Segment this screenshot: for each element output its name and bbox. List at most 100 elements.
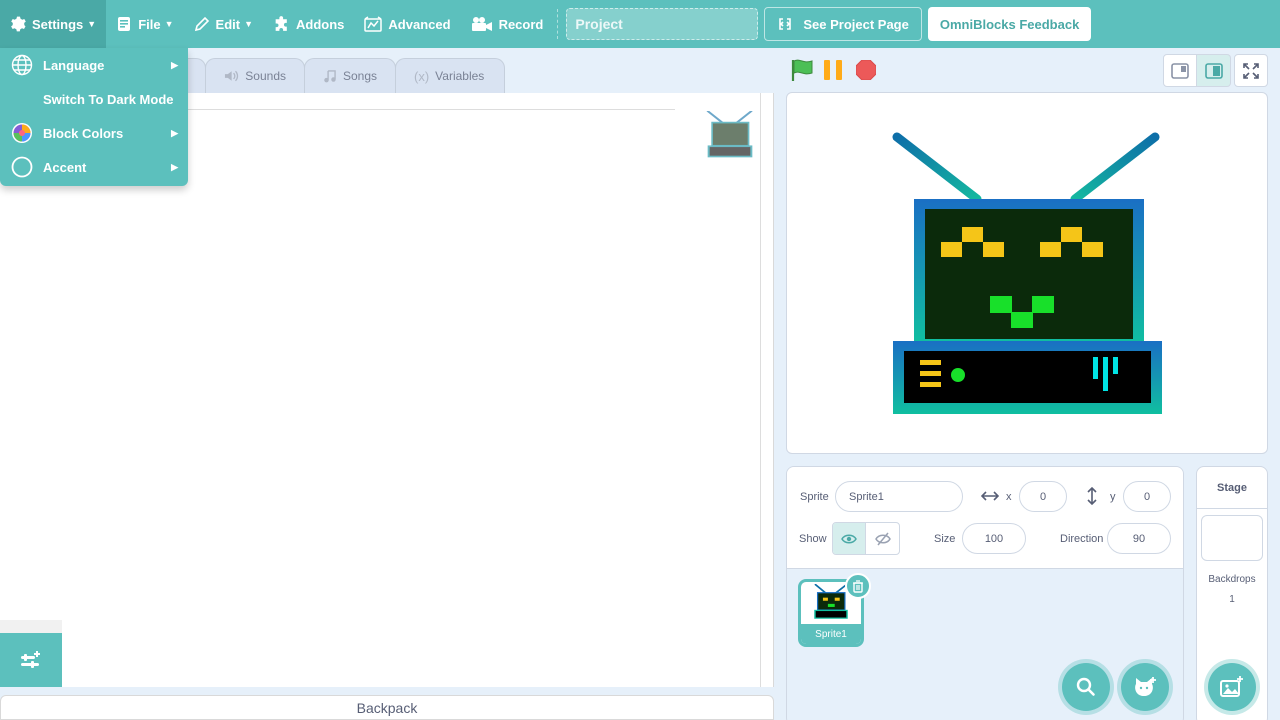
stage-pane-title: Stage bbox=[1197, 467, 1267, 509]
vertical-arrows-icon bbox=[1087, 487, 1097, 505]
green-flag-icon[interactable] bbox=[790, 58, 814, 82]
search-icon bbox=[1076, 677, 1095, 696]
menu-item-label: Switch To Dark Mode bbox=[43, 91, 174, 107]
x-label: x bbox=[1006, 491, 1012, 503]
menu-item-dark-mode[interactable]: Switch To Dark Mode bbox=[0, 82, 188, 116]
chevron-right-icon: ▶ bbox=[171, 161, 178, 172]
file-icon bbox=[118, 17, 131, 31]
gear-icon bbox=[11, 16, 26, 32]
direction-label: Direction bbox=[1060, 533, 1104, 545]
addons-menu[interactable]: Addons bbox=[263, 0, 354, 48]
chevron-down-icon: ▼ bbox=[164, 19, 174, 29]
project-title-input[interactable] bbox=[566, 8, 759, 40]
sprite-name-label: Sprite bbox=[800, 491, 829, 503]
y-position-input[interactable] bbox=[1123, 481, 1171, 512]
sprite-tile-label: Sprite1 bbox=[801, 624, 861, 644]
fullscreen-icon bbox=[1243, 62, 1259, 79]
large-stage-icon bbox=[1204, 62, 1223, 79]
cat-add-icon bbox=[1135, 677, 1156, 696]
menu-bar: Settings ▼ File ▼ Edit ▼ Addons Advanced… bbox=[0, 0, 1280, 48]
show-label: Show bbox=[799, 533, 827, 545]
tab-label: Variables bbox=[435, 69, 485, 83]
puzzle-icon bbox=[275, 15, 287, 31]
backdrops-label: Backdrops bbox=[1208, 574, 1256, 585]
tab-label: Songs bbox=[342, 69, 377, 83]
record-label: Record bbox=[498, 16, 544, 32]
music-note-icon bbox=[324, 70, 336, 83]
tab-sounds[interactable]: Sounds bbox=[205, 58, 305, 93]
speaker-icon bbox=[224, 70, 239, 82]
video-camera-icon bbox=[471, 17, 492, 31]
pause-icon[interactable] bbox=[822, 60, 844, 80]
add-extension-button[interactable] bbox=[0, 633, 62, 687]
menu-item-label: Language bbox=[43, 57, 105, 73]
pencil-icon bbox=[194, 16, 209, 32]
stage-thumbnail[interactable] bbox=[1201, 515, 1263, 561]
delete-sprite-button[interactable] bbox=[845, 573, 871, 599]
large-stage-button[interactable] bbox=[1197, 54, 1231, 87]
addons-label: Addons bbox=[296, 16, 345, 32]
current-sprite-thumbnail bbox=[706, 111, 753, 158]
x-position-input[interactable] bbox=[1019, 481, 1067, 512]
extension-strip bbox=[0, 620, 62, 633]
choose-backdrop-button[interactable] bbox=[1208, 663, 1256, 711]
circle-icon bbox=[11, 156, 33, 178]
advanced-menu[interactable]: Advanced bbox=[354, 0, 460, 48]
menu-divider bbox=[557, 9, 559, 39]
hide-sprite-button[interactable] bbox=[866, 523, 899, 554]
small-stage-icon bbox=[1171, 62, 1189, 79]
tab-label: Sounds bbox=[245, 69, 286, 83]
edit-menu[interactable]: Edit ▼ bbox=[184, 0, 263, 48]
sprite-name-input[interactable] bbox=[835, 481, 963, 512]
see-project-page-button[interactable]: See Project Page bbox=[764, 7, 922, 41]
tab-songs[interactable]: Songs bbox=[304, 58, 396, 93]
menu-item-label: Accent bbox=[43, 159, 87, 175]
stage-target-pane[interactable]: Stage Backdrops 1 bbox=[1196, 466, 1268, 720]
remix-icon bbox=[779, 18, 792, 30]
feedback-label: OmniBlocks Feedback bbox=[939, 16, 1080, 32]
visibility-toggle bbox=[832, 522, 900, 555]
workspace-ruler bbox=[188, 93, 675, 110]
size-input[interactable] bbox=[962, 523, 1026, 554]
search-sprite-button[interactable] bbox=[1062, 663, 1110, 711]
menu-item-accent[interactable]: Accent ▶ bbox=[0, 150, 188, 184]
advanced-label: Advanced bbox=[388, 16, 451, 32]
variable-icon: (x) bbox=[414, 68, 430, 84]
stage-canvas[interactable] bbox=[786, 92, 1268, 454]
chevron-down-icon: ▼ bbox=[87, 19, 97, 29]
workspace-scrollbar[interactable] bbox=[760, 93, 761, 687]
tab-variables[interactable]: (x) Variables bbox=[395, 58, 505, 93]
settings-menu[interactable]: Settings ▼ bbox=[0, 0, 107, 48]
choose-sprite-button[interactable] bbox=[1121, 663, 1169, 711]
see-project-label: See Project Page bbox=[803, 16, 909, 32]
y-label: y bbox=[1110, 491, 1116, 503]
direction-input[interactable] bbox=[1107, 523, 1171, 554]
sprite-info-panel: Sprite x y Show Size Direction bbox=[787, 467, 1183, 569]
file-menu[interactable]: File ▼ bbox=[106, 0, 183, 48]
horizontal-arrows-icon bbox=[981, 491, 999, 501]
small-stage-button[interactable] bbox=[1163, 54, 1197, 87]
eye-icon bbox=[841, 534, 857, 543]
menu-item-block-colors[interactable]: Block Colors ▶ bbox=[0, 116, 188, 150]
fullscreen-button[interactable] bbox=[1234, 54, 1268, 87]
feedback-button[interactable]: OmniBlocks Feedback bbox=[927, 7, 1092, 41]
settings-dropdown: Language ▶ Switch To Dark Mode Block Col… bbox=[0, 48, 188, 186]
add-extension-icon bbox=[21, 651, 40, 668]
globe-icon bbox=[11, 54, 33, 76]
robot-sprite[interactable] bbox=[787, 93, 1268, 454]
backdrops-count: 1 bbox=[1229, 594, 1235, 605]
eye-slash-icon bbox=[874, 532, 891, 545]
stage-size-toggle bbox=[1163, 54, 1231, 87]
file-label: File bbox=[138, 16, 161, 32]
backpack-label: Backpack bbox=[356, 699, 418, 716]
size-label: Size bbox=[934, 533, 956, 545]
menu-item-language[interactable]: Language ▶ bbox=[0, 48, 188, 82]
stop-icon[interactable] bbox=[856, 60, 876, 80]
moon-icon bbox=[11, 90, 20, 108]
backpack[interactable]: Backpack bbox=[0, 695, 774, 720]
show-sprite-button[interactable] bbox=[833, 523, 867, 554]
menu-item-label: Block Colors bbox=[43, 125, 124, 141]
chevron-right-icon: ▶ bbox=[171, 59, 178, 70]
sprite-thumbnail bbox=[814, 584, 848, 619]
record-menu[interactable]: Record bbox=[461, 0, 554, 48]
